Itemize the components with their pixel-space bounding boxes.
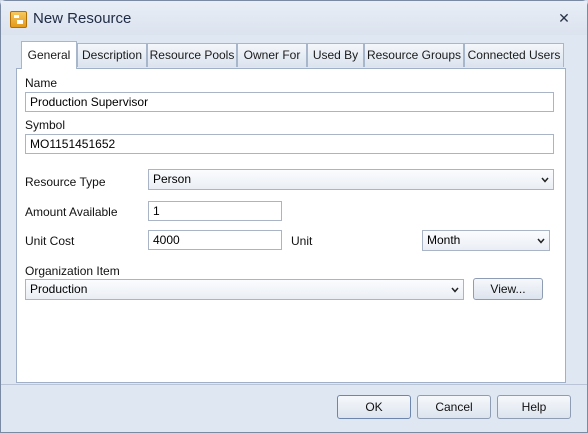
window-title: New Resource [33,10,132,27]
title-bar: New Resource ✕ [1,1,587,35]
tab-connected-users[interactable]: Connected Users [464,43,564,67]
close-icon: ✕ [558,10,570,26]
organization-item-select[interactable]: Production [25,279,464,300]
amount-available-label: Amount Available [25,205,118,219]
chevron-down-icon [541,177,549,183]
unit-cost-label: Unit Cost [25,234,75,248]
tab-resource-groups[interactable]: Resource Groups [364,43,464,67]
symbol-label: Symbol [25,118,66,132]
name-field[interactable]: Production Supervisor [25,92,554,112]
amount-available-field[interactable]: 1 [148,201,282,221]
tab-general[interactable]: General [21,41,77,69]
unit-cost-field[interactable]: 4000 [148,230,282,250]
resource-type-select[interactable]: Person [148,169,554,190]
ok-button[interactable]: OK [337,395,411,419]
organization-item-value: Production [30,282,88,296]
tab-owner-for[interactable]: Owner For [237,43,307,67]
resource-icon [10,11,27,28]
resource-type-label: Resource Type [25,175,106,189]
symbol-field[interactable]: MO1151451652 [25,134,554,154]
help-button[interactable]: Help [497,395,571,419]
organization-item-label: Organization Item [25,264,120,278]
name-label: Name [25,76,58,90]
unit-label: Unit [291,234,313,248]
cancel-button[interactable]: Cancel [417,395,491,419]
new-resource-dialog: New Resource ✕ General Description Resou… [0,0,588,433]
tab-used-by[interactable]: Used By [307,43,364,67]
view-button[interactable]: View... [473,278,543,300]
tab-description[interactable]: Description [77,43,147,67]
footer-divider [1,384,587,385]
general-panel [16,68,566,383]
unit-value: Month [427,233,461,247]
chevron-down-icon [537,238,545,244]
chevron-down-icon [451,287,459,293]
close-button[interactable]: ✕ [555,9,573,27]
resource-type-value: Person [153,172,192,186]
unit-select[interactable]: Month [422,230,550,251]
tab-resource-pools[interactable]: Resource Pools [147,43,237,67]
